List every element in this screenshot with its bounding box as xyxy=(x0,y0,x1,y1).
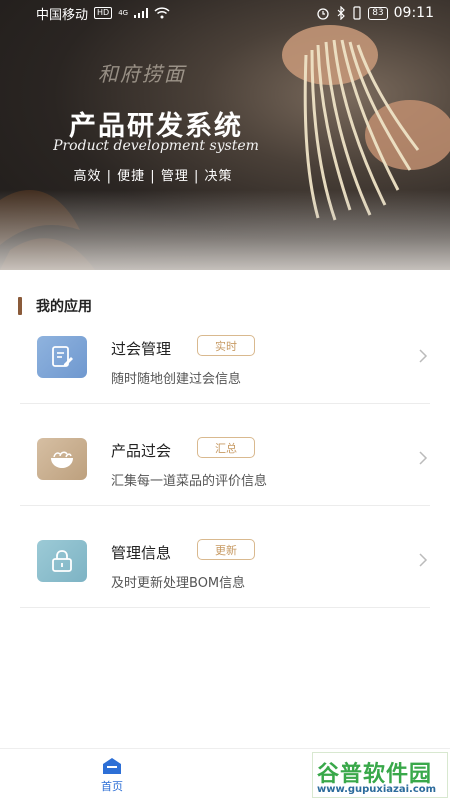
watermark: 谷普软件园 www.gupuxiazai.com xyxy=(312,752,448,798)
chevron-right-icon xyxy=(419,451,428,465)
lock-icon xyxy=(37,540,87,582)
hero-banner: 中国移动 HD 4G 83 09:11 和府捞面 产品研发系统 Product … xyxy=(0,0,450,270)
app-name: 管理信息 xyxy=(111,544,172,562)
app-tag: 更新 xyxy=(197,539,255,560)
bluetooth-icon xyxy=(337,6,346,20)
network-type: 4G xyxy=(118,9,129,17)
nav-home-tab[interactable]: 首页 xyxy=(88,757,136,794)
brand-logo: 和府捞面 xyxy=(98,62,186,86)
app-description: 随时随地创建过会信息 xyxy=(111,372,242,387)
app-tag: 实时 xyxy=(197,335,255,356)
app-card-meeting-management[interactable]: 过会管理 实时 随时随地创建过会信息 xyxy=(20,302,430,404)
app-card-management-info[interactable]: 管理信息 更新 及时更新处理BOM信息 xyxy=(20,506,430,608)
hd-badge: HD xyxy=(94,7,113,19)
app-description: 及时更新处理BOM信息 xyxy=(111,576,246,591)
home-icon xyxy=(103,758,121,774)
app-description: 汇集每一道菜品的评价信息 xyxy=(111,474,268,489)
noodle-bowl-icon xyxy=(37,438,87,480)
document-edit-icon xyxy=(37,336,87,378)
nav-home-label: 首页 xyxy=(101,780,123,793)
hero-tags: 高效 | 便捷 | 管理 | 决策 xyxy=(73,169,233,184)
app-name: 过会管理 xyxy=(111,340,172,358)
alarm-icon xyxy=(317,8,329,20)
battery-indicator: 83 xyxy=(368,6,388,20)
watermark-url: www.gupuxiazai.com xyxy=(317,784,437,795)
signal-icon xyxy=(134,8,149,18)
clock: 09:11 xyxy=(393,5,434,21)
wifi-icon xyxy=(154,7,170,19)
app-name: 产品过会 xyxy=(111,442,172,460)
vibrate-icon xyxy=(353,6,361,20)
chevron-right-icon xyxy=(419,553,428,567)
carrier-label: 中国移动 xyxy=(36,7,89,23)
flour-surface xyxy=(0,190,450,270)
hero-subtitle: Product development system xyxy=(53,138,259,154)
status-bar: 中国移动 HD 4G 83 09:11 xyxy=(0,0,450,26)
app-card-product-review[interactable]: 产品过会 汇总 汇集每一道菜品的评价信息 xyxy=(20,404,430,506)
app-tag: 汇总 xyxy=(197,437,255,458)
chevron-right-icon xyxy=(419,349,428,363)
